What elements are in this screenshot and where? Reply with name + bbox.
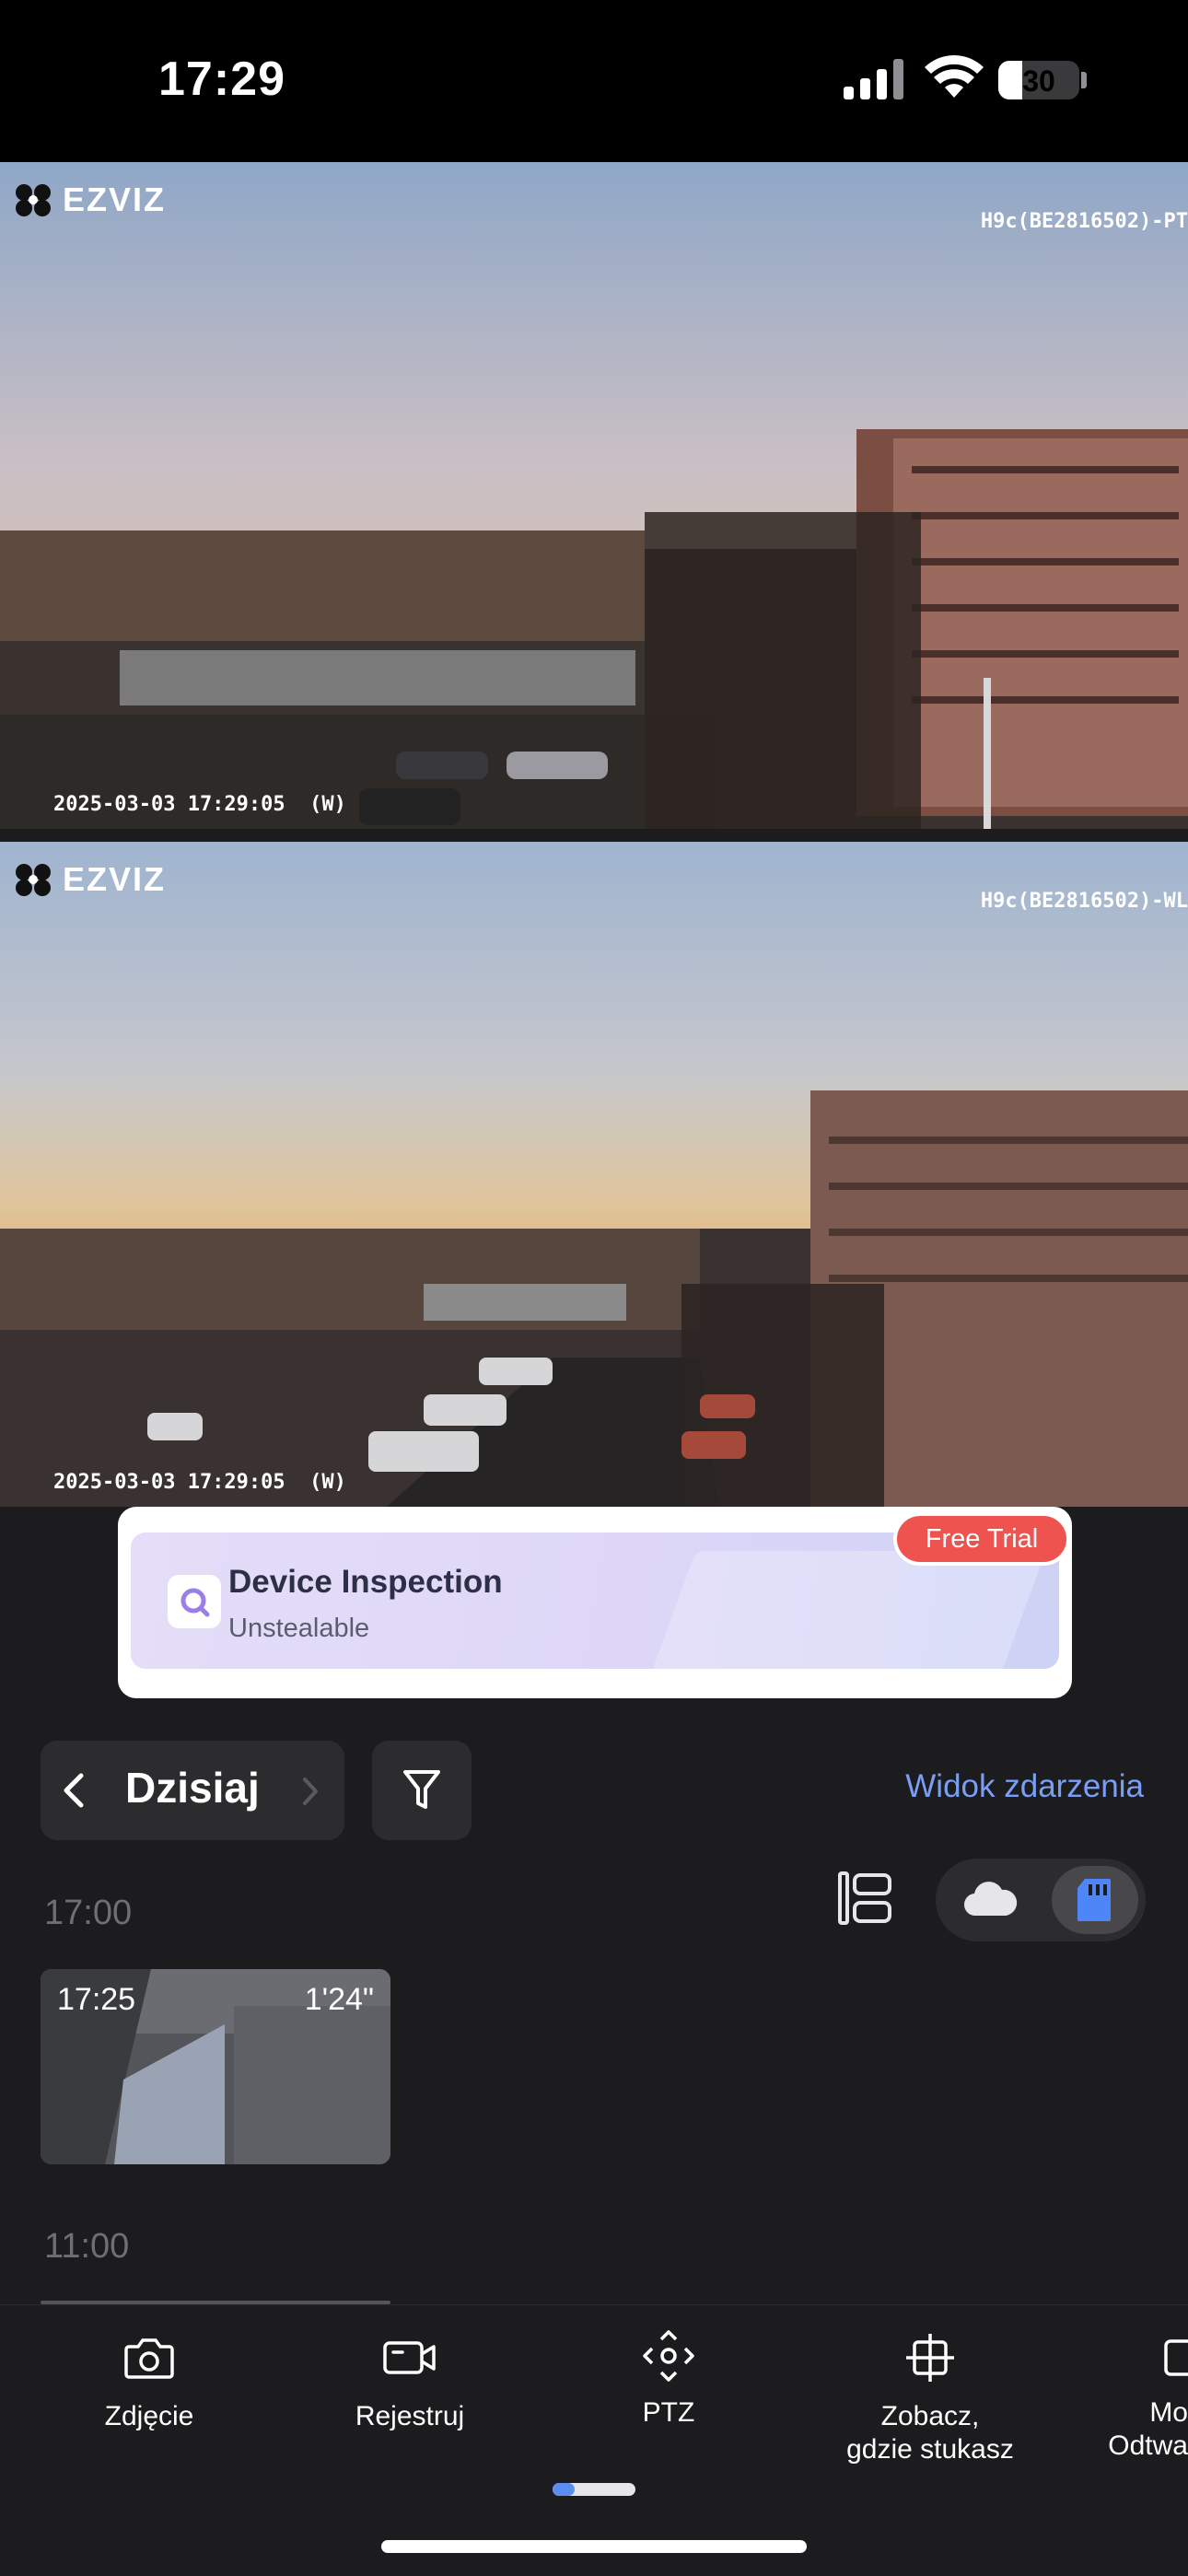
list-view-icon[interactable] <box>834 1868 895 1929</box>
video-record-icon <box>383 2341 436 2374</box>
cloud-storage-icon[interactable] <box>961 1879 1019 1921</box>
battery-percent: 30 <box>1022 64 1055 98</box>
camera-feed-pt[interactable]: EZVIZ H9c(BE2816502)-PT 2025-03-03 17:29… <box>0 162 1188 829</box>
record-button[interactable]: Rejestruj <box>341 2336 479 2433</box>
filter-button[interactable] <box>372 1741 472 1840</box>
ezviz-logo: EZVIZ <box>13 860 166 899</box>
battery-nub <box>1081 72 1087 88</box>
card-subtitle: Unstealable <box>228 1614 370 1643</box>
toolbar-page-indicator-active <box>553 2483 575 2496</box>
inspection-icon <box>168 1575 221 1628</box>
home-indicator[interactable] <box>381 2540 807 2553</box>
status-time: 17:29 <box>158 52 285 106</box>
camera-feed-wl[interactable]: EZVIZ H9c(BE2816502)-WL 2025-03-03 17:29… <box>0 842 1188 1507</box>
chevron-right-icon[interactable] <box>300 1776 320 1807</box>
tool-label: Rejestruj <box>355 2401 465 2431</box>
wifi-icon <box>925 55 984 98</box>
playback-icon <box>1164 2339 1188 2376</box>
camera-timestamp: 2025-03-03 17:29:05 (W) <box>53 1471 346 1494</box>
feed-image <box>0 842 1188 1507</box>
timeline-group-label: 11:00 <box>44 2227 130 2266</box>
filter-icon <box>403 1770 440 1809</box>
ezviz-logo-icon <box>16 864 51 896</box>
chevron-left-icon[interactable] <box>61 1772 87 1809</box>
timeline-group-label: 17:00 <box>44 1894 133 1932</box>
clip-duration: 1'24" <box>304 1982 374 2017</box>
sd-card-icon <box>1077 1879 1111 1921</box>
tap-to-see-button[interactable]: Zobacz, gdzie stukasz <box>829 2334 1031 2466</box>
ptz-icon <box>643 2330 694 2382</box>
tool-label: PTZ <box>642 2397 695 2428</box>
camera-icon <box>124 2338 174 2379</box>
event-view-link[interactable]: Widok zdarzenia <box>905 1768 1144 1805</box>
recording-clip[interactable]: 17:25 1'24" <box>41 1969 390 2164</box>
crosshair-icon <box>906 2334 954 2382</box>
card-title: Device Inspection <box>228 1564 503 1600</box>
battery-icon: 30 <box>998 61 1079 99</box>
date-label: Dzisiaj <box>125 1764 260 1812</box>
free-trial-badge[interactable]: Free Trial <box>893 1512 1070 1566</box>
ezviz-logo: EZVIZ <box>13 181 166 219</box>
tool-label: Mo Odtwa <box>1108 2397 1188 2461</box>
tool-label: Zobacz, gdzie stukasz <box>846 2401 1014 2465</box>
camera-name: H9c(BE2816502)-PT <box>980 210 1188 233</box>
camera-timestamp: 2025-03-03 17:29:05 (W) <box>53 793 346 816</box>
snapshot-button[interactable]: Zdjęcie <box>85 2336 214 2433</box>
clip-start-time: 17:25 <box>57 1982 136 2017</box>
feed-image <box>0 162 1188 829</box>
toolbar-page-indicator <box>553 2483 635 2496</box>
ptz-button[interactable]: PTZ <box>623 2330 715 2430</box>
card-decoration <box>648 1551 1046 1669</box>
tool-label: Zdjęcie <box>104 2401 194 2431</box>
camera-name: H9c(BE2816502)-WL <box>980 890 1188 913</box>
status-bar: 17:29 30 <box>0 0 1188 162</box>
ezviz-logo-text: EZVIZ <box>63 860 167 898</box>
playback-button[interactable]: Mo Odtwa <box>1096 2336 1188 2463</box>
ezviz-logo-text: EZVIZ <box>63 181 167 218</box>
ezviz-logo-icon <box>16 184 51 216</box>
cellular-signal-icon <box>844 59 903 99</box>
